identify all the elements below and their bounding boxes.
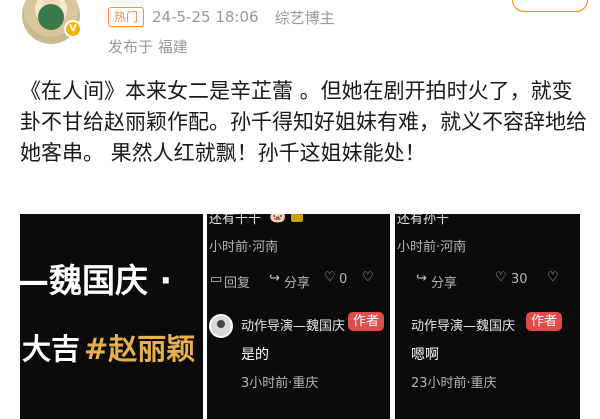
share-label[interactable]: 分享 [284, 272, 310, 291]
share-icon[interactable]: ↪ [416, 271, 427, 286]
post-meta-row: 热门 24-5-25 18:06 综艺博主 [108, 6, 335, 28]
share-label[interactable]: 分享 [431, 272, 457, 291]
broken-heart-icon[interactable]: ♡ [547, 270, 559, 285]
like-heart-icon[interactable]: ♡ [324, 270, 336, 285]
broken-heart-icon[interactable]: ♡ [362, 270, 374, 285]
comment-text: 嗯啊 [411, 347, 439, 363]
comment-time: 23小时前·重庆 [411, 376, 497, 391]
verified-v-icon: V [64, 20, 82, 38]
comment-meta: 小时前·河南 [209, 240, 279, 255]
avatar-figure [38, 4, 64, 30]
comment-time: 3小时前·重庆 [241, 376, 319, 391]
post-body-text: 《在人间》本来女二是辛芷蕾 。但她在剧开拍时火了，就变卦不甘给赵丽颖作配。孙千得… [20, 79, 587, 165]
sticker-icon [291, 214, 303, 222]
comment-meta: 小时前·河南 [397, 240, 467, 255]
image-caption-line2-gold: #赵丽颖 [84, 332, 196, 366]
comment-top-text: 还有孙千 [397, 214, 450, 227]
comment-text: 是的 [241, 347, 269, 363]
post-location: 发布于 福建 [108, 38, 188, 56]
hot-tag: 热门 [108, 7, 145, 27]
share-icon[interactable]: ↪ [269, 271, 280, 286]
post-image-3[interactable]: 还有孙千 小时前·河南 ↪ 分享 ♡ 30 ♡ 动作导演—魏国庆 作者 嗯啊 2… [395, 214, 580, 419]
author-role: 综艺博主 [274, 8, 335, 27]
like-count: 30 [511, 272, 528, 287]
like-count: 0 [339, 272, 348, 287]
post-time: 24-5-25 18:06 [152, 8, 259, 26]
commenter-avatar[interactable] [209, 314, 233, 338]
author-tag: 作者 [348, 312, 385, 331]
post-header: V 热门 24-5-25 18:06 综艺博主 发布于 福建 [0, 0, 600, 64]
reply-label[interactable]: 回复 [224, 272, 250, 291]
commenter-name: 动作导演—魏国庆 [241, 319, 346, 334]
author-tag: 作者 [526, 312, 563, 331]
like-heart-icon[interactable]: ♡ [495, 270, 507, 285]
follow-button[interactable] [512, 0, 588, 12]
commenter-name: 动作导演—魏国庆 [411, 319, 516, 334]
reply-icon[interactable]: ▭ [210, 272, 222, 287]
post-image-1[interactable]: —魏国庆 · 大吉 #赵丽颖 [20, 214, 203, 419]
pig-emoji-icon: 🐷 [269, 214, 287, 224]
image-caption-line1: —魏国庆 · [20, 261, 173, 300]
image-caption-line2-white: 大吉 [22, 332, 81, 366]
post-image-2[interactable]: 还有千千 🐷 小时前·河南 ▭ 回复 ↪ 分享 ♡ 0 ♡ 动作导演—魏国庆 作… [207, 214, 390, 419]
comment-top-text: 还有千千 [209, 214, 262, 227]
